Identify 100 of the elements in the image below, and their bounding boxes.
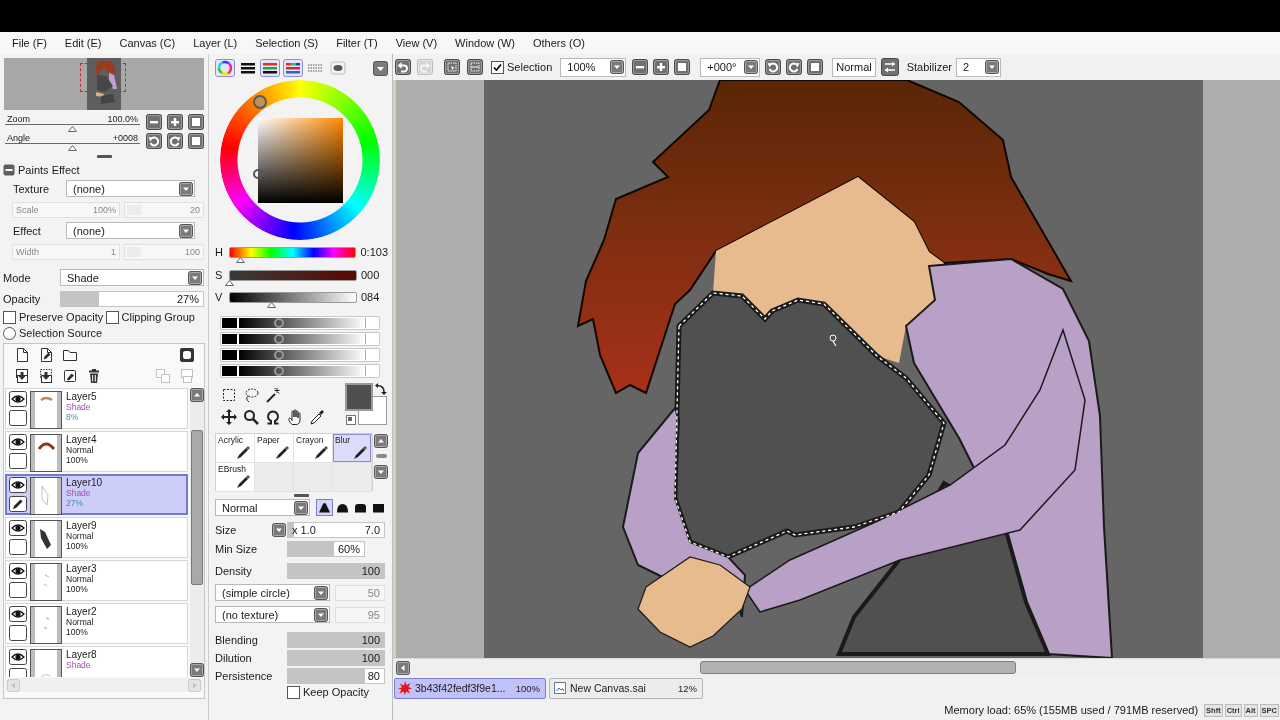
undo-icon[interactable] bbox=[395, 59, 411, 75]
tone-slider[interactable] bbox=[220, 364, 380, 378]
resize-handle[interactable] bbox=[294, 493, 309, 497]
brush-shape-icon[interactable] bbox=[316, 499, 333, 516]
view-mode-button[interactable]: Normal bbox=[832, 57, 876, 77]
layer-row[interactable]: Layer2 Normal 100% bbox=[5, 603, 188, 644]
reset-colors-icon[interactable] bbox=[346, 415, 356, 425]
brush-slot[interactable]: EBrush bbox=[216, 463, 255, 492]
tone-slider[interactable] bbox=[220, 348, 380, 362]
pen-icon[interactable] bbox=[9, 496, 27, 512]
layer-row[interactable]: Layer10 Shade 27% bbox=[5, 474, 188, 515]
angle-dropdown[interactable]: +000° bbox=[700, 57, 761, 77]
up-arrow-icon[interactable] bbox=[190, 388, 204, 402]
blending-slider[interactable]: 100 bbox=[287, 631, 385, 648]
swap-arrow-icon[interactable] bbox=[375, 383, 387, 395]
eye-icon[interactable] bbox=[9, 520, 27, 536]
menu-item[interactable]: Others (O) bbox=[532, 35, 585, 51]
down-arrow-icon[interactable] bbox=[374, 465, 388, 479]
rgb-sliders-icon[interactable] bbox=[260, 59, 280, 77]
menu-item[interactable]: Layer (L) bbox=[193, 35, 238, 51]
scratchpad-icon[interactable] bbox=[327, 59, 348, 77]
eye-icon[interactable] bbox=[9, 606, 27, 622]
rotate-right-icon[interactable] bbox=[786, 59, 803, 75]
layer-row[interactable]: Layer9 Normal 100% bbox=[5, 517, 188, 558]
radio-button[interactable] bbox=[3, 326, 16, 340]
size-slider[interactable]: x 1.0 7.0 bbox=[287, 521, 385, 538]
square-icon[interactable] bbox=[674, 59, 691, 75]
flip-icon[interactable] bbox=[880, 58, 899, 76]
brightness-slider[interactable] bbox=[229, 291, 357, 308]
square-icon[interactable] bbox=[188, 133, 204, 149]
slider-knob[interactable] bbox=[274, 366, 285, 376]
down-arrow-icon[interactable] bbox=[190, 663, 204, 677]
collapse-icon[interactable] bbox=[3, 164, 15, 176]
select-all-icon[interactable] bbox=[444, 59, 460, 75]
menu-item[interactable]: Selection (S) bbox=[255, 35, 319, 51]
zoom-slider[interactable]: Zoom 100.0% bbox=[5, 113, 140, 132]
page-pen-icon[interactable] bbox=[38, 346, 54, 363]
eye-icon[interactable] bbox=[9, 477, 27, 493]
page-eraser-icon[interactable] bbox=[62, 367, 78, 384]
minus-icon[interactable] bbox=[632, 59, 649, 75]
zoom-dropdown[interactable]: 100% bbox=[560, 57, 627, 77]
trash-icon[interactable] bbox=[86, 367, 102, 384]
layer-toggle[interactable] bbox=[9, 539, 27, 555]
menu-item[interactable]: File (F) bbox=[12, 35, 47, 51]
deselect-icon[interactable] bbox=[467, 59, 483, 75]
square-icon[interactable] bbox=[807, 59, 824, 75]
layer-toggle[interactable] bbox=[9, 410, 27, 426]
eye-icon[interactable] bbox=[9, 563, 27, 579]
move-icon[interactable] bbox=[219, 407, 238, 426]
brush-slot[interactable]: Paper bbox=[255, 434, 294, 463]
slider-thumb[interactable] bbox=[224, 280, 234, 286]
rotate-left-icon[interactable] bbox=[765, 59, 782, 75]
menu-item[interactable]: Edit (E) bbox=[64, 35, 102, 51]
eyedropper-icon[interactable] bbox=[307, 407, 326, 426]
layer-toggle[interactable] bbox=[9, 453, 27, 469]
page-icon[interactable] bbox=[14, 346, 30, 363]
hue-slider[interactable] bbox=[228, 246, 357, 263]
min-size-slider[interactable]: 60% bbox=[287, 540, 365, 557]
menu-item[interactable]: Window (W) bbox=[455, 35, 515, 51]
effect-dropdown[interactable]: (none) bbox=[66, 222, 195, 239]
vertical-scrollbar[interactable] bbox=[190, 388, 204, 677]
color-marker[interactable] bbox=[252, 169, 263, 180]
document-tab[interactable]: New Canvas.sai 12% bbox=[549, 677, 703, 699]
density-slider[interactable]: 100 bbox=[287, 562, 385, 579]
document-tab[interactable]: 3b43f42fedf3f9e1... 100% bbox=[394, 677, 546, 699]
slider-knob[interactable] bbox=[274, 350, 285, 360]
horizontal-scrollbar[interactable] bbox=[393, 658, 1280, 676]
opacity-slider[interactable]: 27% bbox=[60, 290, 204, 307]
layer-row[interactable]: Layer8 Shade bbox=[5, 646, 188, 677]
layer-row[interactable]: Layer4 Normal 100% bbox=[5, 431, 188, 472]
plus-icon[interactable] bbox=[653, 59, 670, 75]
menu-item[interactable]: View (V) bbox=[395, 35, 438, 51]
texture-dropdown[interactable]: (none) bbox=[66, 180, 195, 197]
checkbox[interactable] bbox=[105, 310, 119, 324]
plus-icon[interactable] bbox=[167, 114, 183, 130]
tone-slider[interactable] bbox=[220, 332, 380, 346]
page-arrow-icon[interactable] bbox=[14, 367, 30, 384]
eye-icon[interactable] bbox=[9, 434, 27, 450]
menu-item[interactable]: Canvas (C) bbox=[119, 35, 176, 51]
brush-blend-dropdown[interactable]: Normal bbox=[215, 499, 310, 516]
brush-slot[interactable]: Blur bbox=[333, 434, 372, 463]
mask-icon[interactable] bbox=[179, 346, 195, 363]
texture-dropdown[interactable]: (no texture) bbox=[215, 606, 330, 623]
scrollbar-thumb[interactable] bbox=[191, 430, 203, 585]
rotate-right-icon[interactable] bbox=[167, 133, 183, 149]
menu-item[interactable]: Filter (T) bbox=[336, 35, 378, 51]
layer-toggle[interactable] bbox=[9, 625, 27, 641]
layer-toggle[interactable] bbox=[9, 582, 27, 598]
square-icon[interactable] bbox=[188, 114, 204, 130]
hue-marker[interactable] bbox=[252, 94, 267, 109]
dilution-slider[interactable]: 100 bbox=[287, 649, 385, 666]
checkbox[interactable] bbox=[287, 685, 300, 699]
brush-slot[interactable]: Crayon bbox=[294, 434, 333, 463]
tone-slider[interactable] bbox=[220, 316, 380, 330]
shape-dropdown[interactable]: (simple circle) bbox=[215, 584, 330, 601]
color-wheel-icon[interactable] bbox=[215, 59, 235, 77]
stabilizer-dropdown[interactable]: 2 bbox=[955, 57, 1001, 77]
checkbox[interactable] bbox=[491, 60, 504, 74]
layer-row[interactable]: Layer3 Normal 100% bbox=[5, 560, 188, 601]
scroll-grip[interactable] bbox=[375, 454, 387, 458]
